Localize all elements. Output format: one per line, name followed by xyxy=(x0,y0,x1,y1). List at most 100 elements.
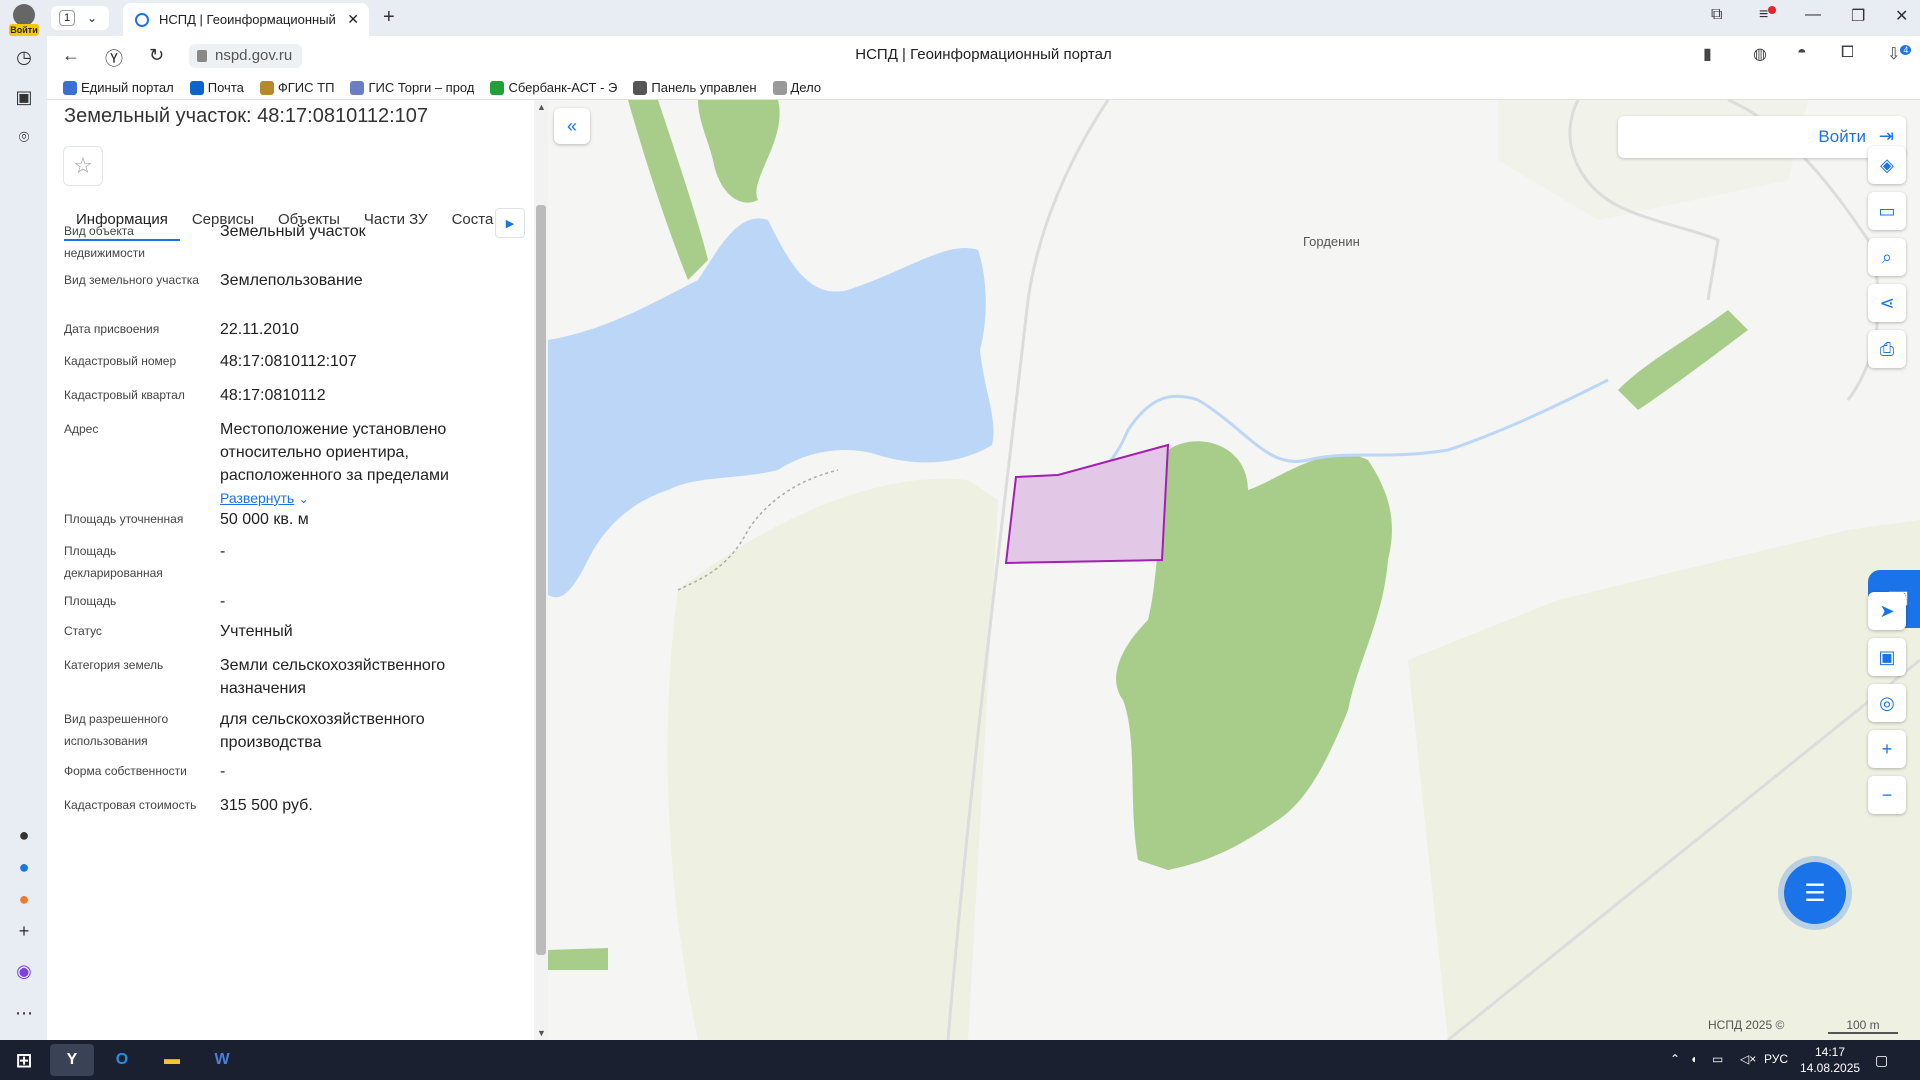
forest-area xyxy=(548,948,608,970)
bookmark-item[interactable]: Почта xyxy=(189,80,244,95)
attribute-label: Кадастровая стоимость xyxy=(64,798,197,812)
windows-taskbar: ⊞ Y O ▬ W ⌃ ◖ ▭ ◁× РУС 14:17 14.08.2025 … xyxy=(0,1040,1920,1080)
forest-area xyxy=(628,100,708,280)
minus-icon: − xyxy=(1881,784,1893,805)
url-field[interactable]: nspd.gov.ru xyxy=(189,44,303,68)
minimap-button[interactable]: ▣ xyxy=(1868,638,1906,676)
attribute-label: Дата присвоения xyxy=(64,322,160,336)
bookmark-favicon-icon xyxy=(189,80,204,95)
forest-area xyxy=(698,100,780,203)
restore-button[interactable]: ❐ xyxy=(1851,6,1865,26)
close-tab-icon[interactable]: ✕ xyxy=(347,11,359,28)
yandex-icon[interactable]: Ⓨ xyxy=(105,45,123,71)
reload-button[interactable]: ↻ xyxy=(149,45,164,66)
attribute-label: Категория земель xyxy=(64,658,164,672)
share-button[interactable]: ⋖ xyxy=(1868,284,1906,322)
bookmark-label: Панель управлен xyxy=(651,80,757,95)
language-indicator[interactable]: РУС xyxy=(1764,1052,1788,1066)
panel-scrollbar[interactable]: ▲ ▼ xyxy=(534,100,548,1040)
attribute-label: Вид земельного участка xyxy=(64,273,199,287)
app-icon-2[interactable]: ● xyxy=(9,852,39,882)
microphone-icon[interactable]: ◖ xyxy=(1690,1052,1697,1066)
back-button[interactable]: ← xyxy=(62,45,80,66)
scrollbar-thumb[interactable] xyxy=(536,205,546,955)
minimize-button[interactable]: — xyxy=(1805,6,1821,24)
area-search-icon: ⌕ xyxy=(1881,246,1893,267)
bookmark-item[interactable]: Сбербанк-АСТ - Э xyxy=(490,80,617,95)
attribute-label: Кадастровый номер xyxy=(64,354,177,368)
favorite-button[interactable]: ☆ xyxy=(63,146,103,186)
map-canvas[interactable] xyxy=(548,100,1920,1040)
bookmark-item[interactable]: ГИС Торги – прод xyxy=(350,80,474,95)
word-icon[interactable]: W xyxy=(200,1044,244,1076)
extensions-icon[interactable]: ⧠ xyxy=(1841,44,1854,62)
bookmark-label: ГИС Торги – прод xyxy=(368,80,475,95)
history-icon[interactable]: ◷ xyxy=(9,42,39,72)
login-button[interactable]: Войти ⇥ xyxy=(1618,116,1906,158)
chat-icon: ☰ xyxy=(1804,879,1826,907)
bookmark-item[interactable]: Дело xyxy=(772,80,821,95)
clock-time: 14:17 xyxy=(1814,1045,1846,1059)
scroll-down-icon[interactable]: ▼ xyxy=(537,1028,546,1038)
lock-icon xyxy=(197,50,207,62)
downloads-icon[interactable]: ⇩ 4 xyxy=(1887,44,1912,64)
new-tab-button[interactable]: + xyxy=(383,6,395,29)
map-view[interactable]: « Войти ⇥ Горденин ◈ ▭ ⌕ ⋖ ⎙ ✉ ➤ ▣ ◎ + −… xyxy=(548,100,1920,1040)
attribute-value: для сельскохозяйственного производства xyxy=(220,711,425,751)
map-copyright: НСПД 2025 © xyxy=(1708,1018,1785,1032)
ruler-button[interactable]: ▭ xyxy=(1868,192,1906,230)
area-search-button[interactable]: ⌕ xyxy=(1868,238,1906,276)
tab-bar: 1 ⌄ НСПД | Геоинформационный портал ✕ + … xyxy=(47,0,1920,36)
print-button[interactable]: ⎙ xyxy=(1868,330,1906,368)
attribute-value: - xyxy=(220,543,226,560)
collections-icon[interactable]: ⧉ xyxy=(1711,6,1722,24)
layers-button[interactable]: ◈ xyxy=(1868,146,1906,184)
app-icon-3[interactable]: ● xyxy=(9,884,39,914)
volume-icon[interactable]: ◁× xyxy=(1740,1052,1756,1066)
attribute-value: Учтенный xyxy=(220,623,293,640)
bookmark-item[interactable]: Панель управлен xyxy=(633,80,757,95)
browser-sidebar: Войти ◷ ▣ ⌾ ● ● ● + ◉ ⋯ xyxy=(0,0,47,1040)
outlook-icon[interactable]: O xyxy=(100,1044,144,1076)
collapse-panel-button[interactable]: « xyxy=(554,108,590,144)
active-tab[interactable]: НСПД | Геоинформационный портал ✕ xyxy=(123,3,369,36)
yandex-browser-icon[interactable]: Y xyxy=(50,1044,94,1076)
windows-start-icon[interactable]: ⊞ xyxy=(2,1044,46,1076)
scroll-up-icon[interactable]: ▲ xyxy=(537,102,546,112)
close-window-button[interactable]: ✕ xyxy=(1895,6,1908,26)
app-icon-1[interactable]: ● xyxy=(9,820,39,850)
calendar-icon[interactable]: ▣ xyxy=(9,82,39,112)
ruler-icon: ▭ xyxy=(1878,200,1896,221)
system-clock[interactable]: 14:17 14.08.2025 xyxy=(1800,1044,1860,1076)
tab-counter[interactable]: 1 ⌄ xyxy=(51,6,109,30)
menu-icon[interactable]: ≡ xyxy=(1759,6,1777,24)
extension-icon-2[interactable]: ◓ xyxy=(1797,44,1807,62)
expand-address-link[interactable]: Развернуть xyxy=(220,490,294,506)
network-icon[interactable]: ▭ xyxy=(1712,1052,1723,1066)
attribute-label: Статус xyxy=(64,624,102,638)
printer-icon: ⎙ xyxy=(1879,338,1895,359)
bookmark-item[interactable]: Единый портал xyxy=(63,80,174,95)
add-icon[interactable]: + xyxy=(9,916,39,946)
plus-icon: + xyxy=(1881,738,1893,759)
bookmark-item[interactable]: ФГИС ТП xyxy=(259,80,334,95)
place-label: Горденин xyxy=(1303,234,1360,249)
tray-overflow-icon[interactable]: ⌃ xyxy=(1670,1052,1680,1066)
extension-icon-1[interactable]: ◍ xyxy=(1753,44,1767,64)
notifications-icon[interactable]: ▢ xyxy=(1875,1052,1888,1069)
alice-icon[interactable]: ◉ xyxy=(9,956,39,986)
screenshot-icon[interactable]: ⌾ xyxy=(9,122,39,152)
more-icon[interactable]: ⋯ xyxy=(9,998,39,1028)
chat-button[interactable]: ☰ xyxy=(1784,862,1846,924)
locate-button[interactable]: ➤ xyxy=(1868,592,1906,630)
geo-search-button[interactable]: ◎ xyxy=(1868,684,1906,722)
profile-avatar[interactable]: Войти xyxy=(6,4,42,36)
scale-bar: 100 m xyxy=(1828,1018,1898,1034)
zoom-out-button[interactable]: − xyxy=(1868,776,1906,814)
geo-search-icon: ◎ xyxy=(1879,692,1895,713)
file-explorer-icon[interactable]: ▬ xyxy=(150,1044,194,1076)
zoom-in-button[interactable]: + xyxy=(1868,730,1906,768)
star-icon: ☆ xyxy=(73,153,93,178)
bookmark-label: Сбербанк-АСТ - Э xyxy=(508,80,618,95)
bookmark-icon[interactable]: ▮ xyxy=(1703,44,1712,64)
